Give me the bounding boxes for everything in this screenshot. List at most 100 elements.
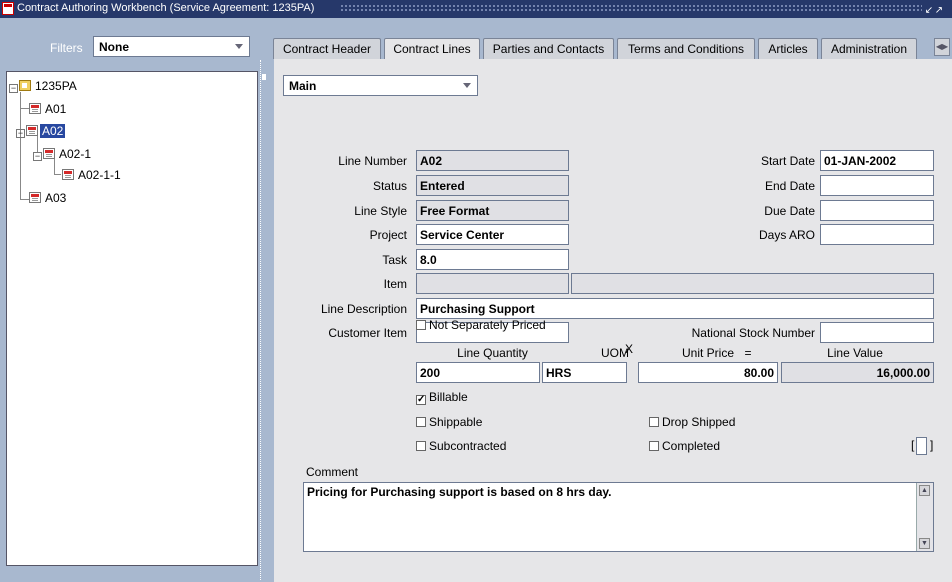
title-bar-texture [340, 4, 922, 13]
contract-line-icon [26, 125, 38, 136]
tree-node-label: A03 [45, 191, 67, 205]
customer-item-label: Customer Item [328, 326, 407, 340]
tree-node-a03[interactable]: A03 [29, 190, 68, 206]
end-date-field[interactable] [820, 175, 934, 196]
drop-shipped-label: Drop Shipped [662, 415, 736, 429]
checkbox-box[interactable] [416, 320, 426, 330]
filters-label: Filters [50, 41, 83, 55]
checkbox-box[interactable] [416, 417, 426, 427]
days-aro-label: Days ARO [758, 228, 815, 242]
filters-value: None [99, 40, 129, 54]
task-label: Task [382, 253, 407, 267]
checkbox-box[interactable] [649, 441, 659, 451]
tree-node-a02[interactable]: − A02 [16, 123, 67, 139]
contract-tree[interactable]: − 1235PA A01 − A02 − A02-1 A02-1-1 A03 [6, 71, 258, 566]
contract-line-icon [29, 103, 41, 114]
contract-line-icon [29, 192, 41, 203]
task-field[interactable]: 8.0 [416, 249, 569, 270]
splitter-handle-icon[interactable] [262, 74, 266, 80]
descriptive-flexfield[interactable]: [ ] [911, 436, 934, 458]
tab-parties-and-contacts[interactable]: Parties and Contacts [483, 38, 614, 59]
status-label: Status [372, 179, 407, 193]
line-style-label: Line Style [354, 204, 407, 218]
status-field[interactable]: Entered [416, 175, 569, 196]
line-quantity-field[interactable]: 200 [416, 362, 540, 383]
collapse-icon[interactable]: − [9, 84, 18, 93]
uom-label: UOM [601, 346, 629, 360]
project-field[interactable]: Service Center [416, 224, 569, 245]
window-title: Contract Authoring Workbench (Service Ag… [17, 2, 315, 14]
maximize-icon[interactable]: ↗ [934, 5, 944, 17]
scroll-down-icon[interactable]: ▼ [919, 538, 930, 549]
view-select-value: Main [289, 79, 317, 93]
line-number-field[interactable]: A02 [416, 150, 569, 171]
unit-price-label: Unit Price [681, 346, 734, 360]
tree-node-label: 1235PA [35, 79, 77, 93]
item-label: Item [383, 277, 407, 291]
tree-node-a02-1[interactable]: − A02-1 [33, 146, 93, 162]
contract-icon [19, 80, 31, 91]
scroll-up-icon[interactable]: ▲ [919, 485, 930, 496]
item-field[interactable] [416, 273, 569, 294]
tree-node-a01[interactable]: A01 [29, 101, 68, 117]
tree-connector [20, 199, 29, 200]
checkbox-box[interactable] [416, 441, 426, 451]
uom-field[interactable]: HRS [542, 362, 627, 383]
window-buttons: ↙ ↗ [924, 2, 948, 17]
tree-node-label: A02-1 [59, 147, 92, 161]
unit-price-field[interactable]: 80.00 [638, 362, 778, 383]
line-description-field[interactable]: Purchasing Support [416, 298, 934, 319]
comment-scrollbar[interactable]: ▲ ▼ [916, 483, 933, 551]
tab-contract-lines[interactable]: Contract Lines [384, 38, 480, 60]
flexfield-bracket-left: [ [911, 438, 915, 452]
tree-node-label: A02-1-1 [78, 168, 121, 182]
contract-line-icon [62, 169, 74, 180]
completed-label: Completed [662, 439, 721, 453]
tab-terms-and-conditions[interactable]: Terms and Conditions [617, 38, 755, 59]
tab-contract-header[interactable]: Contract Header [273, 38, 381, 59]
start-date-label: Start Date [760, 154, 815, 168]
filters-select[interactable]: None [93, 36, 250, 57]
not-separately-priced-checkbox[interactable]: Not Separately Priced [416, 318, 546, 332]
chevron-down-icon [463, 83, 471, 88]
due-date-field[interactable] [820, 200, 934, 221]
shippable-label: Shippable [429, 415, 483, 429]
tree-node-a02-1-1[interactable]: A02-1-1 [62, 167, 123, 183]
line-description-label: Line Description [320, 302, 407, 316]
equals-symbol: = [744, 346, 752, 360]
line-number-label: Line Number [338, 154, 407, 168]
minimize-icon[interactable]: ↙ [924, 5, 934, 17]
billable-checkbox[interactable]: ✓ Billable [416, 390, 468, 405]
comment-textarea[interactable]: Pricing for Purchasing support is based … [303, 482, 934, 552]
billable-label: Billable [429, 390, 468, 404]
subcontracted-checkbox[interactable]: Subcontracted [416, 439, 506, 453]
view-select[interactable]: Main [283, 75, 478, 96]
collapse-icon[interactable]: − [16, 129, 25, 138]
shippable-checkbox[interactable]: Shippable [416, 415, 482, 429]
line-value-label: Line Value [827, 346, 883, 360]
contract-line-icon [43, 148, 55, 159]
tab-scroll-icon[interactable]: ◀▶ [934, 38, 950, 56]
tab-administration[interactable]: Administration [821, 38, 917, 59]
item-description-field[interactable] [571, 273, 934, 294]
tree-node-root[interactable]: − 1235PA [9, 78, 79, 94]
tree-connector [20, 108, 29, 109]
title-bar: Contract Authoring Workbench (Service Ag… [0, 0, 952, 18]
start-date-field[interactable]: 01-JAN-2002 [820, 150, 934, 171]
checkbox-box[interactable] [649, 417, 659, 427]
checkmark-icon[interactable]: ✓ [416, 395, 426, 405]
flexfield-box[interactable] [916, 437, 927, 455]
national-stock-number-field[interactable] [820, 322, 934, 343]
drop-shipped-checkbox[interactable]: Drop Shipped [649, 415, 735, 429]
tab-articles[interactable]: Articles [758, 38, 818, 59]
comment-text: Pricing for Purchasing support is based … [307, 485, 612, 499]
line-style-field[interactable]: Free Format [416, 200, 569, 221]
days-aro-field[interactable] [820, 224, 934, 245]
end-date-label: End Date [764, 179, 815, 193]
oracle-app-icon [2, 2, 14, 15]
collapse-icon[interactable]: − [33, 152, 42, 161]
completed-checkbox[interactable]: Completed [649, 439, 720, 453]
chevron-down-icon [235, 44, 243, 49]
line-value-field[interactable]: 16,000.00 [781, 362, 934, 383]
pane-splitter[interactable] [260, 60, 264, 580]
